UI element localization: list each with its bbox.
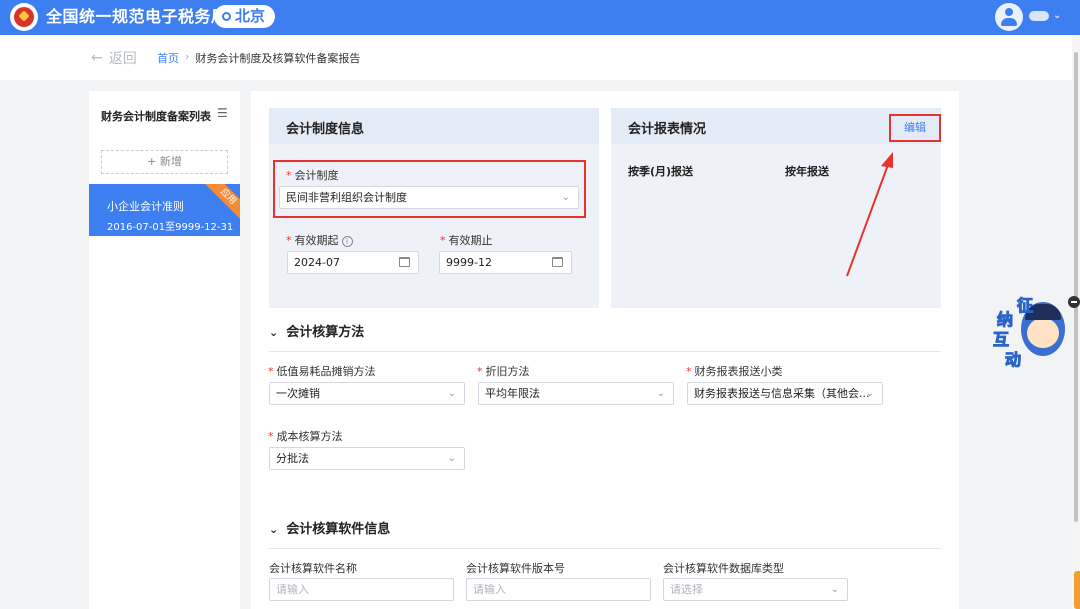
start-date-label: * 有效期起 i xyxy=(286,232,353,248)
side-tab[interactable] xyxy=(1074,571,1080,609)
accounting-system-select[interactable]: 民间非营利组织会计制度 ⌄ xyxy=(279,186,579,209)
back-label: 返回 xyxy=(108,51,137,67)
depreciation-select[interactable]: 平均年限法 ⌄ xyxy=(478,382,674,405)
end-date-label: * 有效期止 xyxy=(440,234,493,247)
software-group-header[interactable]: ⌄ 会计核算软件信息 xyxy=(269,518,390,537)
cost-method-value: 分批法 xyxy=(276,452,309,465)
divider xyxy=(269,351,941,352)
accounting-system-value: 民间非营利组织会计制度 xyxy=(286,191,407,204)
accounting-system-header: 会计制度信息 xyxy=(269,108,599,144)
chevron-down-icon: ⌄ xyxy=(447,388,456,399)
chevron-down-icon: ⌄ xyxy=(269,326,279,339)
mascot-char: 征 xyxy=(1016,296,1034,316)
collapse-handle-icon[interactable] xyxy=(1068,296,1080,308)
report-type-label: * 财务报表报送小类 xyxy=(686,365,783,378)
filing-list-item[interactable]: 小企业会计准则 2016-07-01至9999-12-31 应用 xyxy=(89,184,240,236)
chevron-down-icon: ⌄ xyxy=(656,388,665,399)
end-date-value: 9999-12 xyxy=(446,256,492,269)
report-header: 会计报表情况 编辑 xyxy=(611,108,941,144)
report-type-value: 财务报表报送与信息采集（其他会... xyxy=(694,387,870,400)
software-db-value: 请选择 xyxy=(670,583,703,596)
emblem-icon xyxy=(10,3,38,31)
cost-method-select[interactable]: 分批法 ⌄ xyxy=(269,447,465,470)
chevron-down-icon: ⌄ xyxy=(561,192,570,203)
cost-method-label: * 成本核算方法 xyxy=(268,430,343,443)
accounting-system-title: 会计制度信息 xyxy=(286,122,365,137)
back-button[interactable]: ← 返回 xyxy=(91,48,137,68)
methods-group-header[interactable]: ⌄ 会计核算方法 xyxy=(269,321,364,340)
software-name-input[interactable]: 请输入 xyxy=(269,578,454,601)
accounting-system-section: 会计制度信息 * 会计制度 民间非营利组织会计制度 ⌄ * 有效期起 i 2024-0… xyxy=(269,108,599,308)
applied-badge: 应用 xyxy=(204,184,240,221)
chevron-down-icon: ⌄ xyxy=(447,453,456,464)
filing-list-panel: 财务会计制度备案列表 ☰ + 新增 小企业会计准则 2016-07-01至999… xyxy=(89,91,240,609)
chevron-down-icon: ⌄ xyxy=(865,388,874,399)
breadcrumb-bar: ← 返回 首页 › 财务会计制度及核算软件备案报告 xyxy=(0,35,1072,80)
scrollbar-thumb[interactable] xyxy=(1074,52,1078,522)
add-filing-button[interactable]: + 新增 xyxy=(101,150,228,174)
calendar-icon xyxy=(399,257,410,267)
start-date-value: 2024-07 xyxy=(294,256,340,269)
filing-item-dates: 2016-07-01至9999-12-31 xyxy=(107,222,234,233)
methods-title: 会计核算方法 xyxy=(286,325,365,340)
mascot-char: 动 xyxy=(1004,350,1022,370)
location-pin-icon xyxy=(222,12,231,21)
city-label: 北京 xyxy=(235,7,266,25)
back-arrow-icon: ← xyxy=(91,50,103,66)
quarterly-report-column: 按季(月)报送 xyxy=(628,165,694,178)
user-avatar-icon[interactable] xyxy=(995,3,1023,31)
calendar-icon xyxy=(552,257,563,267)
report-section: 会计报表情况 编辑 按季(月)报送 按年报送 xyxy=(611,108,941,308)
software-version-input[interactable]: 请输入 xyxy=(466,578,651,601)
software-version-label: 会计核算软件版本号 xyxy=(466,562,565,575)
annual-report-column: 按年报送 xyxy=(785,165,829,178)
end-date-input[interactable]: 9999-12 xyxy=(439,251,572,274)
divider xyxy=(269,548,941,549)
city-selector[interactable]: 北京 xyxy=(214,5,276,28)
edit-report-button[interactable]: 编辑 xyxy=(889,114,941,142)
report-type-select[interactable]: 财务报表报送与信息采集（其他会... ⌄ xyxy=(687,382,883,405)
depreciation-value: 平均年限法 xyxy=(485,387,540,400)
breadcrumb: 首页 › 财务会计制度及核算软件备案报告 xyxy=(157,50,360,66)
site-title: 全国统一规范电子税务局 xyxy=(46,7,228,26)
low-value-value: 一次摊销 xyxy=(276,387,320,400)
start-date-input[interactable]: 2024-07 xyxy=(287,251,419,274)
system-label: * 会计制度 xyxy=(286,169,339,182)
top-bar: 全国统一规范电子税务局 北京 ⌄ xyxy=(0,0,1080,35)
breadcrumb-separator-icon: › xyxy=(185,50,190,63)
software-title: 会计核算软件信息 xyxy=(286,522,391,537)
software-name-label: 会计核算软件名称 xyxy=(269,562,357,575)
mascot-icon[interactable]: 征 纳 互 动 xyxy=(991,292,1071,370)
software-db-label: 会计核算软件数据库类型 xyxy=(663,562,784,575)
low-value-select[interactable]: 一次摊销 ⌄ xyxy=(269,382,465,405)
help-circle-icon[interactable]: i xyxy=(341,235,353,247)
low-value-label: * 低值易耗品摊销方法 xyxy=(268,365,376,378)
breadcrumb-current: 财务会计制度及核算软件备案报告 xyxy=(195,52,361,65)
filing-item-name: 小企业会计准则 xyxy=(107,200,184,213)
list-menu-icon[interactable]: ☰ xyxy=(217,106,228,120)
report-title: 会计报表情况 xyxy=(628,122,707,137)
depreciation-label: * 折旧方法 xyxy=(477,365,530,378)
user-name[interactable] xyxy=(1029,11,1049,21)
software-db-select[interactable]: 请选择 ⌄ xyxy=(663,578,848,601)
breadcrumb-home[interactable]: 首页 xyxy=(157,50,179,66)
chevron-down-icon: ⌄ xyxy=(830,584,839,595)
main-card: 会计制度信息 * 会计制度 民间非营利组织会计制度 ⌄ * 有效期起 i 2024-0… xyxy=(251,91,959,609)
filing-list-title: 财务会计制度备案列表 xyxy=(101,110,211,123)
chevron-down-icon[interactable]: ⌄ xyxy=(1053,10,1061,21)
chevron-down-icon: ⌄ xyxy=(269,523,279,536)
